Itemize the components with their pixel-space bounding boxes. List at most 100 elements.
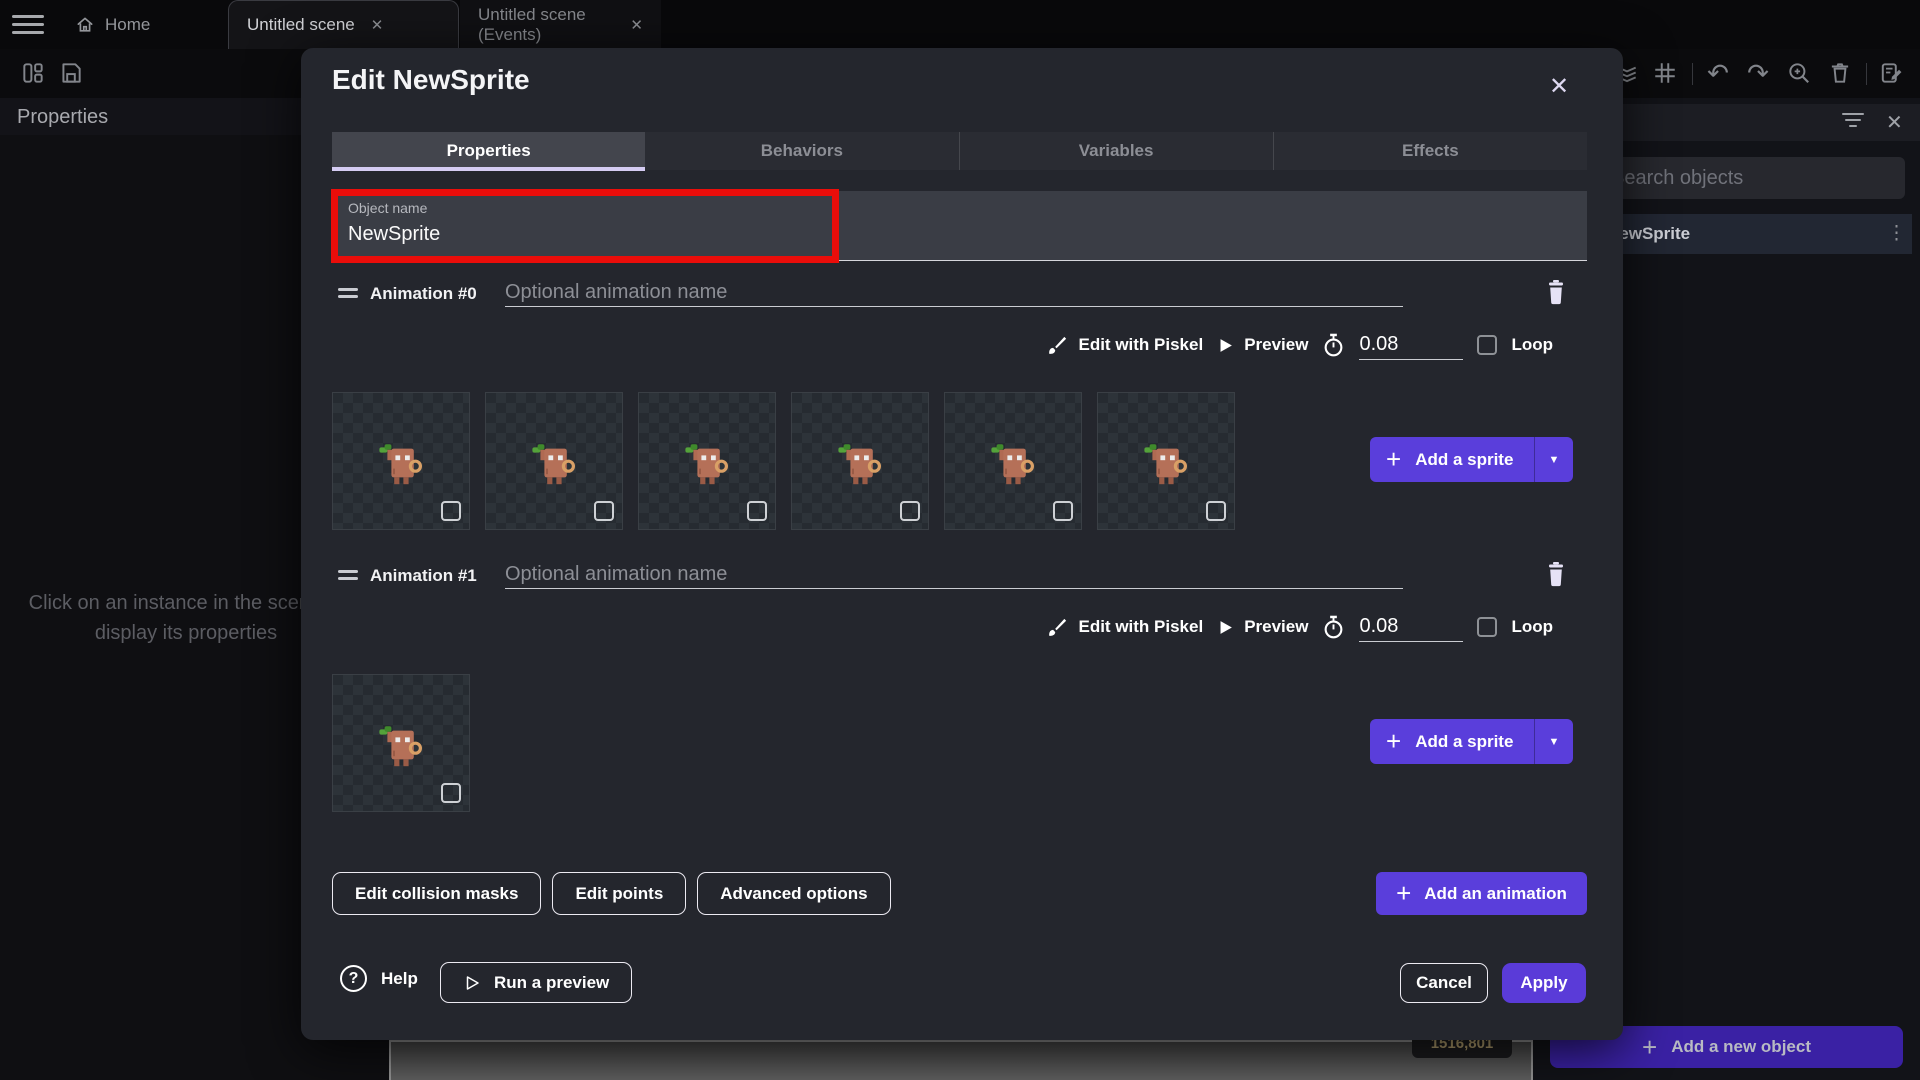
add-sprite-button[interactable]: + Add a sprite ▼ [1370,719,1573,764]
hamburger-icon [12,15,44,18]
sprite-frame-thumbnail[interactable] [638,392,776,530]
close-icon[interactable]: ✕ [1886,110,1903,135]
trash-icon[interactable] [1827,60,1853,86]
tab-behaviors[interactable]: Behaviors [645,132,958,170]
home-icon [75,15,95,35]
tab-scene-label: Untitled scene [247,15,355,35]
plus-icon: + [1642,1034,1657,1060]
preview-button[interactable]: Preview [1217,617,1308,637]
layout-panels-icon[interactable] [20,60,46,86]
plus-icon: + [1396,878,1411,909]
tab-untitled-scene[interactable]: Untitled scene ✕ [228,0,459,49]
chevron-down-icon[interactable]: ▼ [1535,454,1573,466]
sprite-frame-thumbnail[interactable] [944,392,1082,530]
grid-icon[interactable] [1652,60,1678,86]
frame-checkbox[interactable] [1206,501,1226,521]
help-button[interactable]: ? Help [340,965,418,992]
pig-sprite-image [369,441,433,499]
filter-icon[interactable] [1842,113,1864,131]
close-icon[interactable]: ✕ [1549,72,1569,101]
loop-label: Loop [1511,335,1553,355]
sprite-frame-thumbnail[interactable] [332,674,470,812]
loop-checkbox[interactable] [1477,335,1497,355]
loop-checkbox[interactable] [1477,617,1497,637]
sprite-frame-thumbnail[interactable] [485,392,623,530]
more-options-icon[interactable]: ⋮ [1887,222,1906,245]
frame-delay-input[interactable] [1359,330,1463,360]
object-name-field[interactable]: Object name NewSprite [332,191,1587,261]
frame-checkbox[interactable] [441,783,461,803]
zoom-in-icon[interactable] [1786,60,1812,86]
stopwatch-icon [1322,615,1345,640]
add-new-object-label: Add a new object [1671,1037,1811,1057]
pig-sprite-image [1134,441,1198,499]
sprite-frame-thumbnail[interactable] [1097,392,1235,530]
redo-icon[interactable]: ↷ [1745,60,1771,86]
delete-animation-button[interactable] [1544,561,1570,589]
save-icon[interactable] [58,60,84,86]
advanced-options-button[interactable]: Advanced options [697,872,890,915]
rename-icon[interactable] [1879,60,1905,86]
animation-section: Animation #0 Edit with Piskel [332,279,1587,561]
pig-sprite-image [369,723,433,781]
chevron-down-icon[interactable]: ▼ [1535,736,1573,748]
sprite-frame-thumbnail[interactable] [791,392,929,530]
edit-with-piskel-label: Edit with Piskel [1078,617,1203,637]
brush-icon [1046,616,1068,638]
scene-canvas[interactable] [389,1040,1533,1080]
delete-animation-button[interactable] [1544,279,1570,307]
main-menu-button[interactable] [12,15,44,35]
frame-checkbox[interactable] [441,501,461,521]
add-sprite-label: Add a sprite [1415,450,1513,470]
object-name-label: Object name [348,200,427,216]
object-name-value: NewSprite [348,223,440,246]
play-icon [1217,337,1234,354]
drag-handle-icon[interactable] [338,570,358,580]
run-preview-button[interactable]: Run a preview [440,962,632,1003]
plus-icon: + [1386,726,1401,757]
frame-checkbox[interactable] [594,501,614,521]
toolbar-separator [1692,63,1693,85]
add-animation-button[interactable]: + Add an animation [1376,872,1587,915]
animations-list: Animation #0 Edit with Piskel [332,279,1587,843]
animation-name-input[interactable] [505,279,1403,307]
edit-points-button[interactable]: Edit points [552,872,686,915]
frame-checkbox[interactable] [1053,501,1073,521]
animation-section: Animation #1 Edit with Piskel [332,561,1587,843]
toolbar-separator [1866,63,1867,85]
pig-sprite-image [981,441,1045,499]
cancel-button[interactable]: Cancel [1400,963,1488,1003]
tab-home[interactable]: Home [57,0,168,49]
tab-properties[interactable]: Properties [332,132,645,170]
close-icon[interactable]: ✕ [630,16,643,34]
brush-icon [1046,334,1068,356]
trash-icon [1544,561,1568,587]
undo-icon[interactable]: ↶ [1705,60,1731,86]
animation-actions-row: Edit with Piskel Preview Loop [1046,609,1553,645]
plus-icon: + [1386,444,1401,475]
gdevelop-window: Home Untitled scene ✕ Untitled scene (Ev… [0,0,1920,1080]
frames-row [332,674,470,812]
frame-checkbox[interactable] [900,501,920,521]
animation-name-input[interactable] [505,561,1403,589]
drag-handle-icon[interactable] [338,288,358,298]
edit-collision-masks-button[interactable]: Edit collision masks [332,872,541,915]
tab-untitled-scene-events[interactable]: Untitled scene (Events) ✕ [460,0,661,49]
apply-button[interactable]: Apply [1502,963,1586,1003]
close-icon[interactable]: ✕ [371,16,384,34]
frame-checkbox[interactable] [747,501,767,521]
add-sprite-button[interactable]: + Add a sprite ▼ [1370,437,1573,482]
tab-effects[interactable]: Effects [1273,132,1587,170]
add-animation-label: Add an animation [1424,884,1567,904]
sprite-frame-thumbnail[interactable] [332,392,470,530]
edit-with-piskel-button[interactable]: Edit with Piskel [1046,616,1203,638]
loop-label: Loop [1511,617,1553,637]
pig-sprite-image [828,441,892,499]
edit-with-piskel-button[interactable]: Edit with Piskel [1046,334,1203,356]
preview-button[interactable]: Preview [1217,335,1308,355]
run-preview-label: Run a preview [494,973,609,993]
frame-delay-input[interactable] [1359,612,1463,642]
tab-variables[interactable]: Variables [959,132,1273,170]
play-outline-icon [463,974,481,992]
dialog-tab-bar: Properties Behaviors Variables Effects [332,132,1587,170]
